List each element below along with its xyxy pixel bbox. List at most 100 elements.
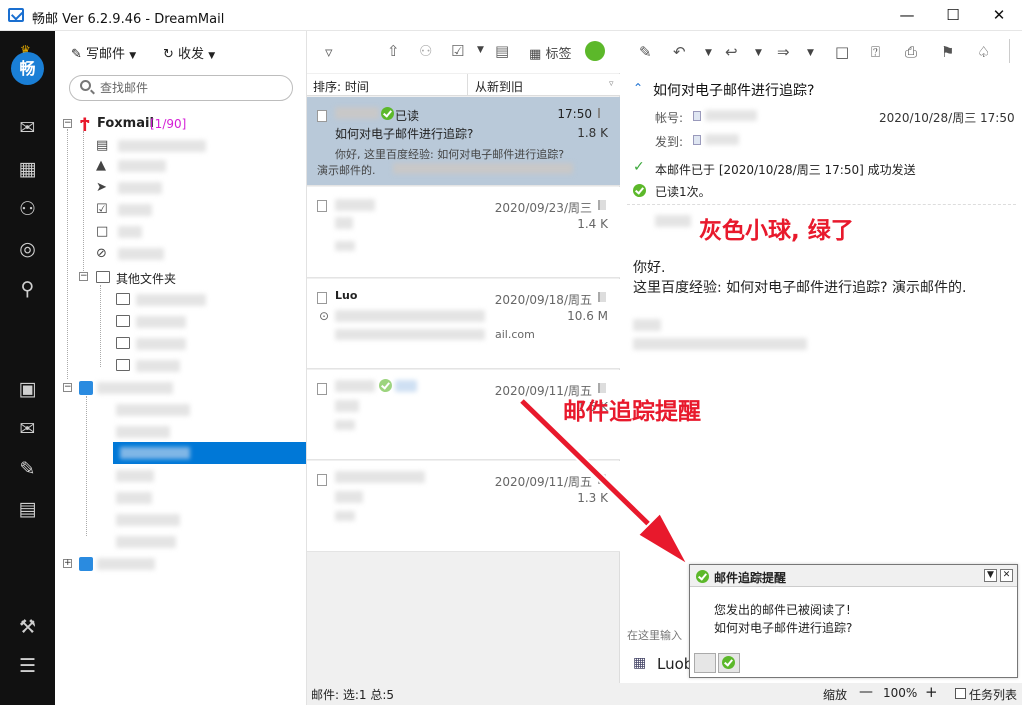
account-2[interactable] bbox=[97, 382, 173, 394]
mail-icon[interactable]: ✉ bbox=[0, 117, 55, 139]
notification-menu-button[interactable]: ▼ bbox=[984, 569, 997, 582]
zoom-in-button[interactable]: + bbox=[925, 683, 938, 701]
mail-doc-icon bbox=[317, 383, 327, 395]
subfolder[interactable] bbox=[136, 316, 186, 328]
folder-item[interactable] bbox=[116, 426, 170, 438]
flag-icon[interactable]: ⚑ bbox=[941, 43, 954, 61]
minimize-button[interactable]: — bbox=[884, 0, 930, 31]
collapse-toggle[interactable]: − bbox=[63, 119, 72, 128]
other-folders[interactable]: 其他文件夹 bbox=[116, 270, 176, 287]
wrench-icon[interactable]: ⚒ bbox=[0, 616, 55, 638]
mail-greeting: 你好. bbox=[633, 260, 666, 276]
search-icon[interactable]: ⚲ bbox=[0, 278, 55, 300]
flag-icon[interactable] bbox=[598, 292, 606, 302]
expand-toggle[interactable]: + bbox=[63, 559, 72, 568]
read-status-icon bbox=[633, 184, 646, 197]
folder-trash[interactable] bbox=[118, 204, 152, 216]
address-book-icon[interactable]: ▣ bbox=[0, 378, 55, 400]
contacts-icon[interactable]: ⚇ bbox=[0, 198, 55, 220]
subfolder[interactable] bbox=[136, 338, 186, 350]
tracking-notification[interactable]: 邮件追踪提醒 ▼ ✕ 您发出的邮件已被阅读了! 如何对电子邮件进行追踪? bbox=[689, 564, 1018, 678]
list-item[interactable]: 2020/09/23/周三 1.4 K bbox=[307, 187, 620, 278]
subfolder[interactable] bbox=[136, 360, 180, 372]
notification-close-button[interactable]: ✕ bbox=[1000, 569, 1013, 582]
drafts-icon: □ bbox=[96, 224, 109, 239]
folder-inbox[interactable] bbox=[118, 140, 206, 152]
list-item[interactable]: Luo 2020/09/18/周五 ⊙ 10.6 M ail.com bbox=[307, 279, 620, 369]
folder-item[interactable] bbox=[116, 404, 190, 416]
folder-item[interactable] bbox=[116, 470, 154, 482]
forward-icon[interactable]: ⇒ bbox=[777, 43, 790, 61]
mail-doc-icon bbox=[317, 474, 327, 486]
tags-button[interactable]: ▦ 标签 bbox=[529, 43, 571, 62]
read-status-icon bbox=[381, 107, 394, 120]
folder-item[interactable] bbox=[116, 536, 176, 548]
zoom-out-button[interactable]: — bbox=[859, 684, 873, 700]
filter-icon[interactable]: ▿ bbox=[325, 43, 333, 61]
folder-outbox[interactable] bbox=[118, 160, 166, 172]
trash-icon: ☑ bbox=[96, 202, 108, 217]
globe-icon[interactable]: ◎ bbox=[0, 238, 55, 260]
calendar-icon[interactable]: ▦ bbox=[0, 158, 55, 180]
list-item[interactable]: 已读 17:50 如何对电子邮件进行追踪? 1.8 K 你好, 这里百度经验: … bbox=[307, 97, 620, 186]
contact-block-icon[interactable]: ⚇ bbox=[419, 42, 432, 60]
move-up-icon[interactable]: ⇧ bbox=[387, 42, 400, 60]
collapse-toggle[interactable]: − bbox=[63, 383, 72, 392]
sort-by[interactable]: 排序: 时间 bbox=[313, 78, 369, 95]
left-sidebar: ✉ ▦ ⚇ ◎ ⚲ ▣ ✉ ✎ ▤ ⚒ ☰ bbox=[0, 31, 55, 705]
mail-body: 这里百度经验: 如何对电子邮件进行追踪? 演示邮件的. bbox=[633, 280, 967, 296]
subfolder[interactable] bbox=[136, 294, 206, 306]
translate-icon[interactable]: □ bbox=[835, 43, 849, 61]
collapse-header-icon[interactable]: ⌃ bbox=[633, 81, 643, 95]
main-toolbar: ✎ 写邮件 ▼ ↻ 收发 ▼ bbox=[55, 31, 307, 71]
chevron-down-icon[interactable]: ▼ bbox=[705, 48, 712, 58]
message-preview: 你好, 这里百度经验: 如何对电子邮件进行追踪? bbox=[335, 148, 565, 161]
window-title: 畅邮 Ver 6.2.9.46 - DreamMail bbox=[32, 12, 225, 27]
chevron-down-icon[interactable]: ▼ bbox=[755, 48, 762, 58]
flag-icon[interactable] bbox=[598, 200, 606, 210]
chevron-down-icon[interactable]: ▼ bbox=[807, 48, 814, 58]
folder-sent[interactable] bbox=[118, 182, 162, 194]
folder-item[interactable] bbox=[116, 492, 152, 504]
close-button[interactable]: ✕ bbox=[976, 0, 1022, 31]
reply-all-icon[interactable]: ↶ bbox=[673, 43, 686, 61]
search-input[interactable]: 查找邮件 bbox=[69, 75, 293, 101]
notes-icon[interactable]: ▤ bbox=[0, 498, 55, 520]
account-icon bbox=[79, 381, 93, 395]
account-3[interactable] bbox=[97, 558, 155, 570]
chevron-down-icon: ▼ bbox=[208, 51, 216, 61]
compose-icon[interactable]: ✉ bbox=[0, 418, 55, 440]
reply-input[interactable]: 在这里输入 bbox=[627, 627, 682, 643]
account-name[interactable]: Foxmail bbox=[97, 116, 154, 131]
receive-button[interactable]: ↻ 收发 ▼ bbox=[163, 43, 215, 62]
chevron-down-icon[interactable]: ▿ bbox=[609, 79, 614, 89]
bell-icon[interactable]: ♤ bbox=[977, 43, 990, 61]
edit-icon[interactable]: ✎ bbox=[639, 43, 652, 61]
folder-drafts[interactable] bbox=[118, 226, 142, 238]
flag-icon[interactable] bbox=[598, 108, 606, 118]
notification-ack-button[interactable] bbox=[718, 653, 740, 673]
chat-icon[interactable]: ▤ bbox=[495, 42, 509, 60]
delete-icon[interactable]: ☑ bbox=[451, 42, 464, 60]
menu-icon[interactable]: ☰ bbox=[0, 655, 55, 677]
maximize-button[interactable]: ☐ bbox=[930, 0, 976, 31]
print-icon[interactable]: ⎙ bbox=[905, 43, 917, 61]
task-list-checkbox[interactable] bbox=[955, 688, 966, 699]
folder-spam[interactable] bbox=[118, 248, 164, 260]
to-label: 发到: bbox=[655, 135, 684, 149]
folder-item[interactable] bbox=[116, 514, 180, 526]
avatar[interactable]: 畅 bbox=[11, 52, 44, 85]
notification-line1: 您发出的邮件已被阅读了! bbox=[714, 603, 851, 617]
sort-order[interactable]: 从新到旧 bbox=[475, 78, 523, 95]
notification-header: 邮件追踪提醒 ▼ ✕ bbox=[690, 565, 1017, 587]
pencil-icon[interactable]: ✎ bbox=[0, 458, 55, 480]
status-pie-icon[interactable] bbox=[585, 41, 605, 61]
chevron-down-icon[interactable]: ▼ bbox=[477, 45, 484, 55]
compose-button[interactable]: ✎ 写邮件 ▼ bbox=[71, 43, 136, 62]
collapse-toggle[interactable]: − bbox=[79, 272, 88, 281]
help-icon[interactable]: ⍰ bbox=[871, 43, 880, 61]
spam-icon: ⊘ bbox=[96, 246, 107, 261]
refresh-icon: ↻ bbox=[163, 47, 174, 62]
reply-icon[interactable]: ↩ bbox=[725, 43, 738, 61]
notification-open-button[interactable] bbox=[694, 653, 716, 673]
